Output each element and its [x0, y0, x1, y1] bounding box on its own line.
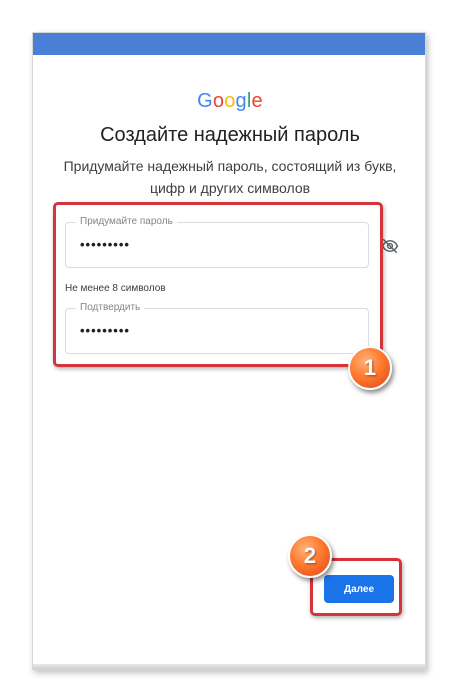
- subtitle-line: цифр и других символов: [149, 180, 311, 196]
- logo-letter: G: [197, 90, 213, 112]
- subtitle-line: Придумайте надежный пароль, состоящий из…: [63, 158, 397, 174]
- page-title: Создайте надежный пароль: [100, 124, 360, 146]
- google-logo: Google: [33, 90, 427, 113]
- eye-off-icon[interactable]: [381, 237, 399, 255]
- logo-letter: e: [251, 90, 263, 112]
- logo-letter: o: [212, 90, 225, 112]
- fields-highlight-frame: [53, 202, 383, 367]
- page-subtitle: Придумайте надежный пароль, состоящий из…: [53, 155, 407, 199]
- window-bottom-edge: [33, 664, 425, 669]
- logo-letter: g: [235, 90, 247, 112]
- top-bar: [33, 33, 425, 55]
- step-badge-2: 2: [288, 534, 332, 578]
- logo-letter: o: [224, 90, 236, 112]
- step-badge-1: 1: [348, 346, 392, 390]
